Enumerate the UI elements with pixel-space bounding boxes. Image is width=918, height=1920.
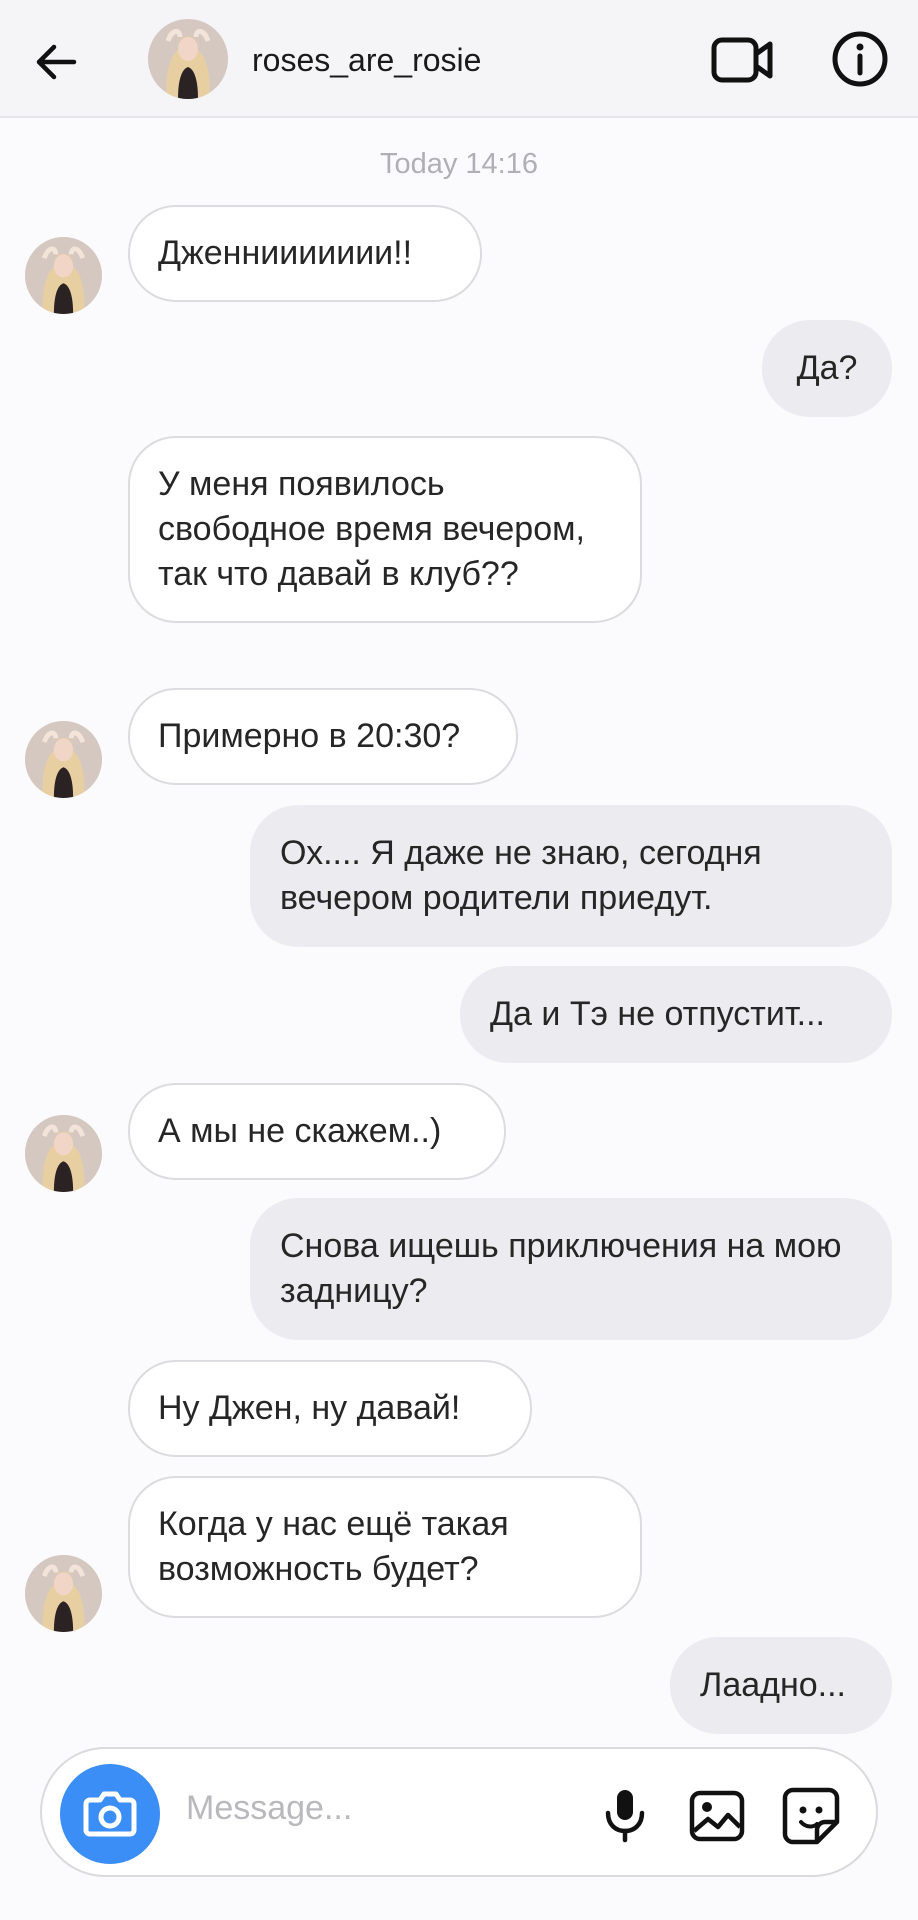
username[interactable]: roses_are_rosie (252, 40, 481, 80)
microphone-icon (605, 1790, 645, 1843)
sticker-icon (782, 1787, 840, 1845)
gallery-button[interactable] (688, 1789, 746, 1843)
header-avatar[interactable] (148, 19, 228, 99)
info-icon (832, 31, 888, 87)
chat-header: roses_are_rosie (0, 0, 918, 118)
message-bubble[interactable]: Дженниииииии!! (128, 205, 482, 302)
message-bubble[interactable]: Да? (762, 320, 892, 417)
voice-message-button[interactable] (598, 1787, 652, 1843)
message-bubble[interactable]: Примерно в 20:30? (128, 688, 518, 785)
sender-avatar[interactable] (25, 721, 102, 798)
message-bubble[interactable]: Лаадно... (670, 1637, 892, 1734)
camera-icon (83, 1791, 137, 1837)
message-composer[interactable]: Message... (40, 1747, 878, 1877)
sender-avatar[interactable] (25, 1555, 102, 1632)
message-bubble[interactable]: Да и Тэ не отпустит... (460, 966, 892, 1063)
thread-timestamp: Today 14:16 (379, 148, 538, 180)
video-camera-icon (711, 37, 773, 83)
message-input[interactable]: Message... (186, 1789, 352, 1828)
arrow-left-icon (36, 44, 77, 80)
message-bubble[interactable]: Снова ищешь приключения на мою задницу? (250, 1198, 892, 1340)
image-icon (689, 1790, 745, 1842)
sender-avatar[interactable] (25, 237, 102, 314)
camera-button[interactable] (60, 1764, 160, 1864)
back-button[interactable] (30, 36, 82, 88)
video-call-button[interactable] (710, 30, 776, 90)
message-bubble[interactable]: Когда у нас ещё такая возможность будет? (128, 1476, 642, 1618)
message-bubble[interactable]: Ну Джен, ну давай! (128, 1360, 532, 1457)
message-bubble[interactable]: А мы не скажем..) (128, 1083, 506, 1180)
info-button[interactable] (830, 29, 890, 89)
message-bubble[interactable]: Ох.... Я даже не знаю, сегодня вечером р… (250, 805, 892, 947)
message-bubble[interactable]: У меня появилось свободное время вечером… (128, 436, 642, 623)
sticker-button[interactable] (781, 1786, 841, 1846)
sender-avatar[interactable] (25, 1115, 102, 1192)
